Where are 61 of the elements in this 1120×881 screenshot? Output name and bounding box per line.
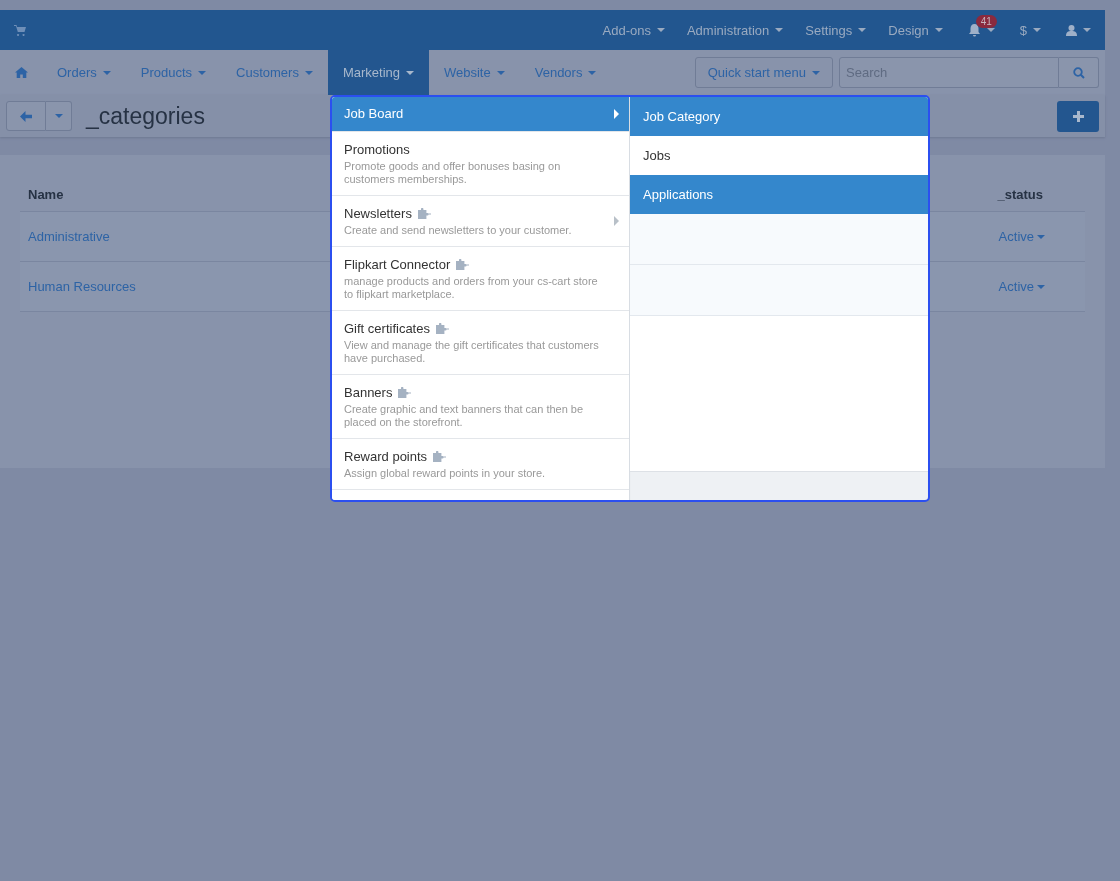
nav-tab[interactable]: Vendors [519,50,612,95]
submenu-arrow-icon [614,109,619,119]
top-menu-item[interactable]: Settings [794,10,878,50]
arrow-left-icon [20,110,32,122]
menu-item-title: Newsletters [344,206,412,221]
menu-item-title: Banners [344,385,393,400]
column-header: _status [997,187,1043,202]
top-menu-item[interactable]: Add-ons [591,10,676,50]
submenu-item[interactable]: Jobs [630,136,928,175]
page-title: _categories [86,102,205,130]
add-button[interactable] [1057,100,1099,132]
menu-item[interactable]: Reward points Assign global reward points in your store. [332,439,629,490]
menu-item-description: manage products and orders from your cs-cart store to flipkart marketplace. [344,275,599,301]
search-icon [1072,66,1085,79]
notifications-button[interactable]: 41 [953,10,1009,50]
category-link[interactable]: Administrative [28,229,110,244]
puzzle-icon [456,259,470,270]
menu-item[interactable]: Banners Create graphic and text banners that can then be placed on the storefront. [332,375,629,439]
puzzle-icon [435,323,449,334]
menu-item[interactable]: Job Board [332,97,629,132]
nav-tab[interactable]: Website [429,50,520,95]
quick-start-menu-button[interactable]: Quick start menu [694,57,833,88]
menu-item-title: Flipkart Connector [344,257,451,272]
menu-item-title: Reward points [344,449,428,464]
menu-item-description: Create and send newsletters to your customer. [344,224,573,237]
column-header: Name [28,187,64,202]
nav-tab[interactable]: Orders [42,50,126,95]
menu-item[interactable]: Gift certificates View and manage the gift certificates that customers have purchased. [332,311,629,375]
history-dropdown-button[interactable] [46,101,72,131]
bell-icon [967,23,981,37]
menu-item[interactable]: Newsletters Create and send newsletters to your customer. [332,196,629,247]
submenu-item[interactable]: Applications [630,175,928,214]
nav-tab[interactable]: Products [125,50,222,95]
user-icon [1066,24,1077,36]
submenu-arrow-icon [614,216,619,226]
puzzle-icon [417,208,431,219]
menu-item-title: Promotions [344,142,410,157]
currency-menu[interactable]: $ [1008,10,1052,50]
top-menu-item[interactable]: Administration [675,10,795,50]
menu-item-description: Assign global reward points in your store. [344,467,547,480]
nav-tab[interactable]: Customers [221,50,328,95]
category-link[interactable]: Human Resources [28,279,136,294]
status-dropdown[interactable]: Active [998,229,1045,244]
submenu-item[interactable]: Job Category [630,97,928,136]
notification-count: 41 [975,15,997,28]
puzzle-icon [433,451,447,462]
menu-item-description: Create graphic and text banners that can then be placed on the storefront. [344,403,585,429]
status-dropdown[interactable]: Active [998,279,1045,294]
cart-icon[interactable] [14,24,26,36]
menu-item-description: View and manage the gift certificates that customers have purchased. [344,339,600,365]
menu-item[interactable]: Flipkart Connector manage products and orders from your cs-cart store to flipkart marketplace. [332,247,629,311]
menu-item[interactable]: Promotions Promote goods and offer bonuses basing on customers memberships. [332,132,629,196]
puzzle-icon [398,387,412,398]
back-button[interactable] [6,101,46,131]
menu-item-description: Promote goods and offer bonuses basing on customers memberships. [344,160,562,186]
menu-item-title: Gift certificates [344,321,430,336]
top-menu-item[interactable]: Design [877,10,954,50]
plus-icon [1072,110,1084,122]
search-button[interactable] [1059,57,1099,88]
nav-tab[interactable]: Marketing [327,50,429,95]
menu-item-title: Job Board [344,106,404,121]
